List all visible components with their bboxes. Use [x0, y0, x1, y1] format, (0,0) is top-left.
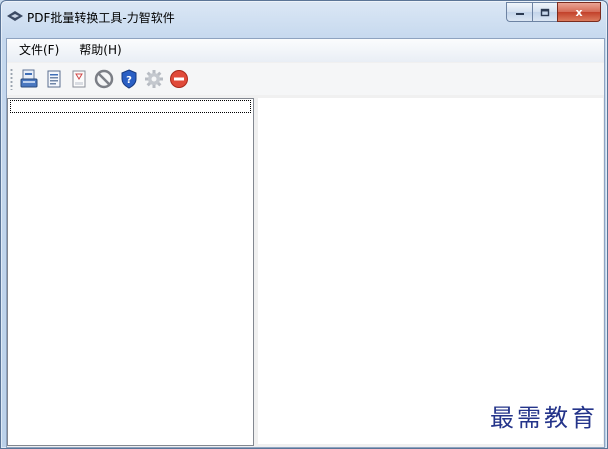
- help-shield-icon: ?: [121, 69, 137, 89]
- settings-gear-icon: [145, 70, 163, 88]
- watermark: 最需教育: [490, 404, 598, 432]
- tree-focus-rect: [10, 100, 251, 113]
- pdf-document-icon: [72, 70, 86, 88]
- menu-help[interactable]: 帮助(H): [71, 39, 129, 62]
- maximize-button[interactable]: [532, 2, 557, 22]
- preview-pane[interactable]: [258, 98, 603, 444]
- toolbar: ?: [7, 63, 604, 95]
- minimize-button[interactable]: [506, 2, 532, 22]
- client-area: 文件(F) 帮助(H) ? 最需教育: [6, 38, 605, 448]
- title-bar[interactable]: PDF批量转换工具-力智软件 x: [1, 1, 607, 31]
- close-icon: x: [575, 5, 583, 19]
- word-document-icon: [47, 70, 61, 88]
- toolbar-grip[interactable]: [10, 68, 13, 90]
- settings-button[interactable]: [142, 67, 166, 91]
- exit-icon: [170, 70, 188, 88]
- word-document-button[interactable]: [42, 67, 66, 91]
- caption-buttons: x: [506, 2, 601, 22]
- pdf-to-word-icon: [20, 69, 38, 88]
- stop-button[interactable]: [92, 67, 116, 91]
- stop-icon: [94, 69, 114, 89]
- minimize-icon: [515, 13, 524, 15]
- menu-bar: 文件(F) 帮助(H): [7, 39, 604, 62]
- close-button[interactable]: x: [557, 2, 601, 22]
- app-icon: [7, 11, 23, 21]
- pdf-to-word-button[interactable]: [17, 67, 41, 91]
- app-window: PDF批量转换工具-力智软件 x 文件(F) 帮助(H) ? 最需教育: [0, 0, 608, 449]
- menu-file[interactable]: 文件(F): [11, 39, 67, 62]
- exit-button[interactable]: [167, 67, 191, 91]
- file-tree-pane[interactable]: [7, 98, 254, 446]
- svg-text:?: ?: [126, 75, 132, 86]
- maximize-icon: [540, 8, 550, 16]
- help-button[interactable]: ?: [117, 67, 141, 91]
- window-title: PDF批量转换工具-力智软件: [27, 11, 175, 25]
- pdf-document-button[interactable]: [67, 67, 91, 91]
